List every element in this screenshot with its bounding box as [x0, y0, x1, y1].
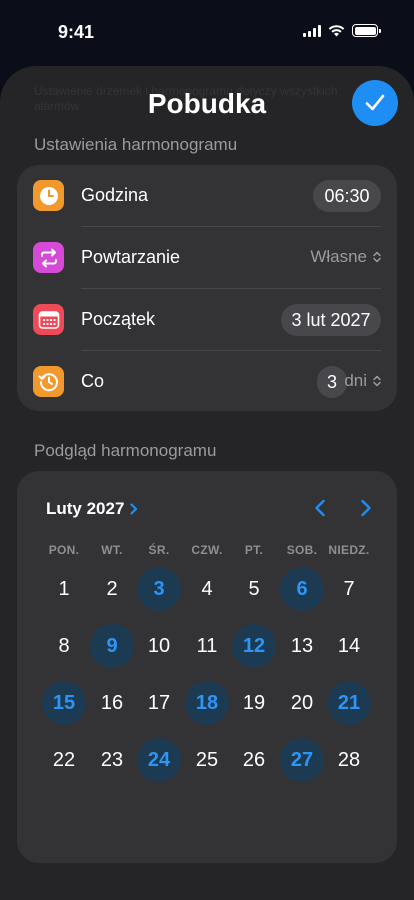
repeat-menu[interactable]: Własne — [310, 247, 381, 267]
weekday-label: PT. — [244, 543, 264, 557]
calendar-day-scheduled[interactable]: 3 — [137, 567, 181, 611]
chevron-left-icon — [315, 499, 325, 517]
calendar-day[interactable]: 16 — [90, 681, 134, 725]
next-month-button[interactable] — [353, 495, 379, 521]
weekday-label: CZW. — [191, 543, 223, 557]
history-icon — [33, 366, 64, 397]
weekday-label: SOB. — [286, 543, 318, 557]
alarm-sheet: Ustawienie drzemek i harmonogramu dotycz… — [0, 66, 414, 900]
calendar-day-scheduled[interactable]: 12 — [232, 624, 276, 668]
calendar-day-scheduled[interactable]: 24 — [137, 738, 181, 782]
calendar-day[interactable]: 14 — [327, 624, 371, 668]
calendar-day[interactable]: 25 — [185, 738, 229, 782]
clock-icon — [33, 180, 64, 211]
interval-unit-menu[interactable]: dni — [344, 371, 381, 391]
start-date-label: Początek — [81, 309, 156, 329]
previous-month-button[interactable] — [307, 495, 333, 521]
weekday-label: PON. — [48, 543, 80, 557]
chevron-updown-icon — [373, 251, 381, 263]
battery-icon — [352, 24, 381, 37]
calendar-day[interactable]: 11 — [185, 624, 229, 668]
repeat-row[interactable]: Powtarzanie Własne — [17, 227, 397, 289]
interval-count-pill[interactable]: 3 — [317, 366, 347, 398]
calendar-icon — [33, 304, 64, 335]
calendar-day[interactable]: 23 — [90, 738, 134, 782]
calendar-day-scheduled[interactable]: 9 — [90, 624, 134, 668]
calendar-day[interactable]: 1 — [42, 567, 86, 611]
schedule-settings-card: Godzina 06:30 Powtarzanie Własne Począte… — [17, 165, 397, 411]
calendar-day[interactable]: 13 — [280, 624, 324, 668]
weekday-label: NIEDZ. — [328, 543, 370, 557]
interval-label: Co — [81, 371, 105, 391]
weekday-label: WT. — [101, 543, 123, 557]
checkmark-icon — [365, 94, 385, 111]
calendar-day[interactable]: 26 — [232, 738, 276, 782]
status-time: 9:41 — [58, 22, 95, 42]
chevron-right-icon — [130, 503, 138, 515]
calendar-day[interactable]: 28 — [327, 738, 371, 782]
repeat-icon — [33, 242, 64, 273]
calendar-day[interactable]: 19 — [232, 681, 276, 725]
calendar-day-scheduled[interactable]: 27 — [280, 738, 324, 782]
month-title-button[interactable]: Luty 2027 — [46, 499, 138, 519]
time-row[interactable]: Godzina 06:30 — [17, 165, 397, 227]
interval-unit: dni — [344, 371, 367, 390]
status-icons — [303, 24, 381, 37]
calendar-day[interactable]: 20 — [280, 681, 324, 725]
calendar-day[interactable]: 10 — [137, 624, 181, 668]
calendar-day[interactable]: 8 — [42, 624, 86, 668]
repeat-label: Powtarzanie — [81, 247, 181, 267]
chevron-updown-icon — [373, 375, 381, 387]
time-label: Godzina — [81, 185, 149, 205]
calendar-day[interactable]: 4 — [185, 567, 229, 611]
calendar-day-scheduled[interactable]: 15 — [42, 681, 86, 725]
preview-section-label: Podgląd harmonogramu — [34, 441, 217, 460]
time-value-pill[interactable]: 06:30 — [313, 180, 381, 212]
interval-row[interactable]: Co 3 dni — [17, 351, 397, 413]
calendar-day[interactable]: 2 — [90, 567, 134, 611]
confirm-button[interactable] — [352, 80, 398, 126]
calendar-day[interactable]: 22 — [42, 738, 86, 782]
wifi-icon — [328, 25, 345, 37]
start-date-row[interactable]: Początek 3 lut 2027 — [17, 289, 397, 351]
calendar-preview-card: Luty 2027 PON. WT. ŚR. CZW. PT. SOB. NIEDZ. 12… — [17, 471, 397, 863]
repeat-value: Własne — [310, 247, 367, 266]
calendar-day-scheduled[interactable]: 6 — [280, 567, 324, 611]
cellular-signal-icon — [303, 24, 321, 37]
calendar-day-scheduled[interactable]: 18 — [185, 681, 229, 725]
status-bar: 9:41 — [0, 0, 414, 62]
month-title: Luty 2027 — [46, 499, 125, 518]
start-date-pill[interactable]: 3 lut 2027 — [281, 304, 381, 336]
schedule-section-label: Ustawienia harmonogramu — [34, 135, 238, 154]
calendar-day[interactable]: 5 — [232, 567, 276, 611]
calendar-day[interactable]: 7 — [327, 567, 371, 611]
weekday-label: ŚR. — [148, 543, 170, 557]
calendar-day[interactable]: 17 — [137, 681, 181, 725]
calendar-day-scheduled[interactable]: 21 — [327, 681, 371, 725]
sheet-header: Pobudka — [0, 66, 414, 136]
chevron-right-icon — [361, 499, 371, 517]
